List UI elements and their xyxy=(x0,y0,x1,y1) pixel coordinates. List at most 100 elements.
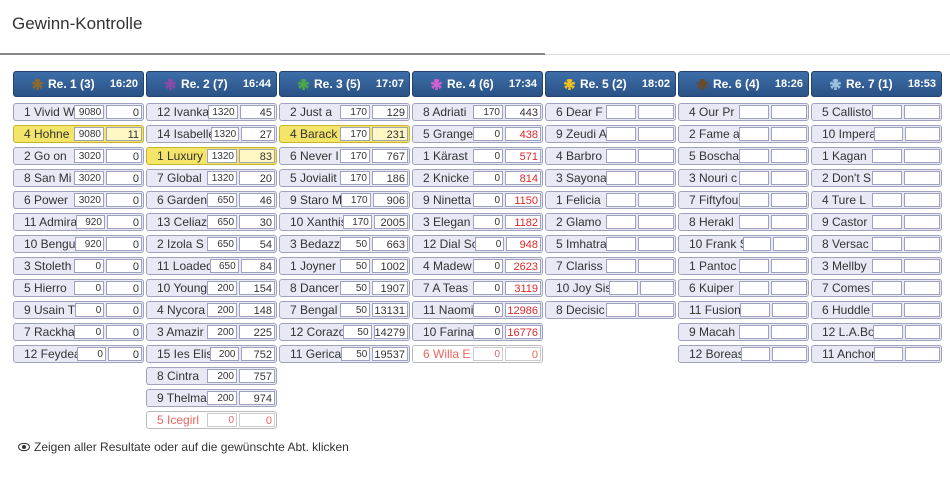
runner-row[interactable]: 10 Frank S xyxy=(678,235,809,253)
runner-row[interactable]: 7 Global 1320 20 xyxy=(146,169,277,187)
runner-row[interactable]: 8 Herakl xyxy=(678,213,809,231)
runner-row[interactable]: 5 Jovialit 170 186 xyxy=(279,169,410,187)
runner-row[interactable]: 7 Bengal 50 13131 xyxy=(279,301,410,319)
runner-row[interactable]: 1 Joyner 50 1002 xyxy=(279,257,410,275)
stake-value: 50 xyxy=(340,303,370,317)
runner-row[interactable]: 15 Ies Elis 200 752 xyxy=(146,345,277,363)
stake-value xyxy=(608,281,638,295)
runner-row[interactable]: 12 Corazo 50 14279 xyxy=(279,323,410,341)
runner-row[interactable]: 12 Feydea 0 0 xyxy=(13,345,144,363)
runner-row[interactable]: 7 Rackha 0 0 xyxy=(13,323,144,341)
race-header-4[interactable]: Re. 4 (6) 17:34 xyxy=(412,71,543,97)
runner-row[interactable]: 2 Glamo xyxy=(545,213,676,231)
runner-row[interactable]: 6 Huddle xyxy=(811,301,942,319)
runner-row[interactable]: 6 Garden 650 46 xyxy=(146,191,277,209)
runner-row[interactable]: 3 Amazir 200 225 xyxy=(146,323,277,341)
runner-row[interactable]: 6 Dear F xyxy=(545,103,676,121)
runner-row[interactable]: 10 Xanthis 170 2005 xyxy=(279,213,410,231)
race-header-5[interactable]: Re. 5 (2) 18:02 xyxy=(545,71,676,97)
runner-row[interactable]: 10 Farina 0 16776 xyxy=(412,323,543,341)
runner-row[interactable]: 2 Fame a xyxy=(678,125,809,143)
runner-row[interactable]: 9 Ninetta 0 1150 xyxy=(412,191,543,209)
runner-row[interactable]: 8 Cintra 200 757 xyxy=(146,367,277,385)
race-header-1[interactable]: Re. 1 (3) 16:20 xyxy=(13,71,144,97)
runner-row[interactable]: 5 Callisto xyxy=(811,103,942,121)
runner-row[interactable]: 4 Barack 170 231 xyxy=(279,125,410,143)
runner-row[interactable]: 1 Vivid W 9080 0 xyxy=(13,103,144,121)
payout-value: 0 xyxy=(106,149,142,163)
race-header-7[interactable]: Re. 7 (1) 18:53 xyxy=(811,71,942,97)
runner-row[interactable]: 6 Power 3020 0 xyxy=(13,191,144,209)
runner-row[interactable]: 14 Isabelle 1320 27 xyxy=(146,125,277,143)
race-header-3[interactable]: Re. 3 (5) 17:07 xyxy=(279,71,410,97)
runner-row[interactable]: 3 Nouri c xyxy=(678,169,809,187)
payout-value xyxy=(904,171,940,185)
runner-row[interactable]: 8 Versac xyxy=(811,235,942,253)
runner-row[interactable]: 10 Impera xyxy=(811,125,942,143)
stake-value xyxy=(606,193,636,207)
runner-row[interactable]: 9 Thelma 200 974 xyxy=(146,389,277,407)
runner-row[interactable]: 3 Mellby xyxy=(811,257,942,275)
runner-row[interactable]: 11 Loaded 650 84 xyxy=(146,257,277,275)
runner-row[interactable]: 11 Anchor xyxy=(811,345,942,363)
runner-row[interactable]: 9 Macah xyxy=(678,323,809,341)
runner-row[interactable]: 13 Celiaz 650 30 xyxy=(146,213,277,231)
runner-row[interactable]: 6 Willa E00 xyxy=(412,345,543,363)
runner-row[interactable]: 4 Our Pr xyxy=(678,103,809,121)
runner-row[interactable]: 2 Just a 170 129 xyxy=(279,103,410,121)
runner-row[interactable]: 5 Boscha xyxy=(678,147,809,165)
runner-row[interactable]: 3 Stoleth 0 0 xyxy=(13,257,144,275)
runner-row[interactable]: 1 Felicia xyxy=(545,191,676,209)
runner-row[interactable]: 11 Gerica 50 19537 xyxy=(279,345,410,363)
runner-row[interactable]: 5 Grange 0 438 xyxy=(412,125,543,143)
runner-row[interactable]: 1 Luxury 1320 83 xyxy=(146,147,277,165)
runner-row[interactable]: 7 Clariss xyxy=(545,257,676,275)
runner-row[interactable]: 1 Kärast 0 571 xyxy=(412,147,543,165)
runner-row[interactable]: 3 Elegan 0 1182 xyxy=(412,213,543,231)
runner-row[interactable]: 12 Boreas xyxy=(678,345,809,363)
runner-row[interactable]: 9 Castor xyxy=(811,213,942,231)
runner-row[interactable]: 12 L.A.Bo xyxy=(811,323,942,341)
runner-row[interactable]: 4 Madew 0 2623 xyxy=(412,257,543,275)
runner-row[interactable]: 5 Imhatra xyxy=(545,235,676,253)
runner-row[interactable]: 12 Dial Sc 0 948 xyxy=(412,235,543,253)
runner-row[interactable]: 8 San Mi 3020 0 xyxy=(13,169,144,187)
stake-value xyxy=(739,127,770,141)
runner-row[interactable]: 4 Barbro xyxy=(545,147,676,165)
runner-row[interactable]: 1 Kagan xyxy=(811,147,942,165)
runner-row[interactable]: 2 Izola S 650 54 xyxy=(146,235,277,253)
runner-row[interactable]: 7 A Teas 0 3119 xyxy=(412,279,543,297)
runner-row[interactable]: 2 Don't S xyxy=(811,169,942,187)
runner-row[interactable]: 10 Young 200 154 xyxy=(146,279,277,297)
runner-row[interactable]: 5 Hierro 0 0 xyxy=(13,279,144,297)
runner-row[interactable]: 5 Icegirl 0 0 xyxy=(146,411,277,429)
runner-row[interactable]: 1 Pantoc xyxy=(678,257,809,275)
runner-row[interactable]: 3 Bedazz 50 663 xyxy=(279,235,410,253)
runner-row[interactable]: 2 Go on 3020 0 xyxy=(13,147,144,165)
race-header-2[interactable]: Re. 2 (7) 16:44 xyxy=(146,71,277,97)
runner-row[interactable]: 2 Knicke 0 814 xyxy=(412,169,543,187)
runner-row[interactable]: 4 Hohne 9080 11 xyxy=(13,125,144,143)
runner-row[interactable]: 3 Sayona xyxy=(545,169,676,187)
runner-row[interactable]: 8 Adriati 170 443 xyxy=(412,103,543,121)
stake-value xyxy=(606,171,637,185)
runner-row[interactable]: 8 Dancer 50 1907 xyxy=(279,279,410,297)
runner-row[interactable]: 6 Kuiper xyxy=(678,279,809,297)
runner-row[interactable]: 9 Zeudi A xyxy=(545,125,676,143)
runner-row[interactable]: 11 Admira 920 0 xyxy=(13,213,144,231)
runner-row[interactable]: 8 Decisic xyxy=(545,301,676,319)
race-header-6[interactable]: Re. 6 (4) 18:26 xyxy=(678,71,809,97)
runner-row[interactable]: 12 Ivanka 1320 45 xyxy=(146,103,277,121)
runner-row[interactable]: 4 Ture L xyxy=(811,191,942,209)
runner-row[interactable]: 10 Bengu 920 0 xyxy=(13,235,144,253)
runner-row[interactable]: 9 Staro M 170 906 xyxy=(279,191,410,209)
runner-row[interactable]: 4 Nycora 200 148 xyxy=(146,301,277,319)
runner-row[interactable]: 11 Naomi 0 12986 xyxy=(412,301,543,319)
runner-row[interactable]: 6 Never I 170 767 xyxy=(279,147,410,165)
stake-value: 200 xyxy=(207,281,238,295)
runner-row[interactable]: 9 Usain T00 xyxy=(13,301,144,319)
runner-row[interactable]: 11 Fusion xyxy=(678,301,809,319)
runner-row[interactable]: 10 Joy Sis xyxy=(545,279,676,297)
runner-row[interactable]: 7 Comes xyxy=(811,279,942,297)
runner-row[interactable]: 7 Fiftyfou xyxy=(678,191,809,209)
